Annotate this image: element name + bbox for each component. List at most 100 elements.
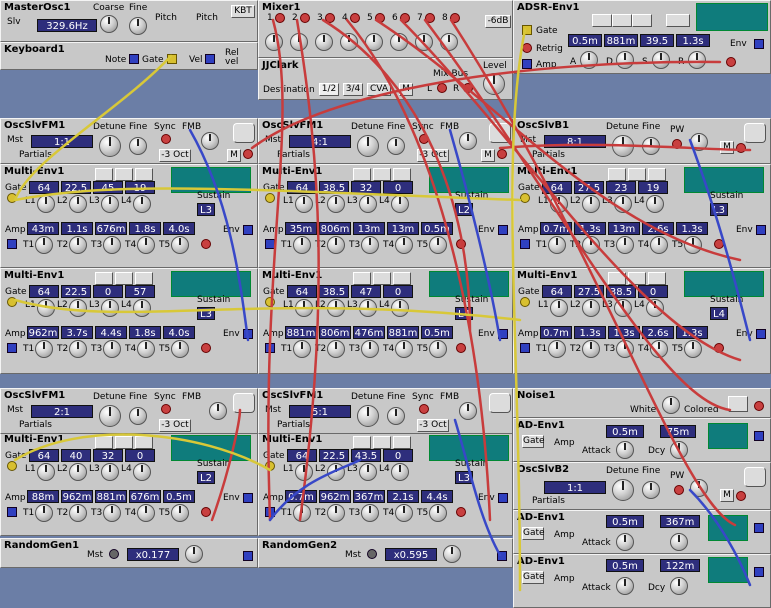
audio-output-jack[interactable] (714, 239, 724, 249)
audio-output-jack[interactable] (497, 149, 507, 159)
time-knob[interactable] (69, 236, 87, 254)
curve-button[interactable] (95, 436, 113, 449)
dest-34-button[interactable]: 3/4 (343, 83, 363, 96)
mixer-level-knob[interactable] (265, 33, 283, 51)
gate-input-jack[interactable] (265, 193, 275, 203)
time-knob[interactable] (171, 504, 189, 522)
gate-input-jack[interactable] (520, 297, 530, 307)
curve-button[interactable] (373, 272, 391, 285)
curve-button[interactable] (393, 168, 411, 181)
time-knob[interactable] (327, 236, 345, 254)
detune-knob[interactable] (99, 135, 121, 157)
vel-output-jack[interactable] (205, 54, 215, 64)
gate-input-jack[interactable] (265, 297, 275, 307)
octave-button[interactable]: -3 Oct (159, 419, 191, 432)
env-output-jack[interactable] (498, 225, 508, 235)
env-output-jack[interactable] (243, 493, 253, 503)
waveform-button[interactable] (489, 393, 511, 413)
audio-output-jack[interactable] (201, 507, 211, 517)
time-knob[interactable] (684, 236, 702, 254)
env-output-jack[interactable] (756, 225, 766, 235)
env-output-jack[interactable] (243, 225, 253, 235)
level-knob[interactable] (550, 299, 568, 317)
fine-knob[interactable] (642, 481, 660, 499)
time-knob[interactable] (69, 504, 87, 522)
mst-input-jack[interactable] (367, 549, 377, 559)
curve-button-3[interactable] (632, 14, 652, 27)
time-knob[interactable] (103, 236, 121, 254)
env-output-jack[interactable] (754, 567, 764, 577)
env-output-jack[interactable] (498, 493, 508, 503)
level-knob[interactable] (295, 195, 313, 213)
time-knob[interactable] (137, 504, 155, 522)
time-knob[interactable] (548, 340, 566, 358)
time-knob[interactable] (361, 504, 379, 522)
time-knob[interactable] (361, 236, 379, 254)
pw-knob[interactable] (690, 133, 708, 151)
mixer-level-knob[interactable] (390, 33, 408, 51)
mixer-input-jack[interactable] (325, 13, 335, 23)
gate-input-jack[interactable] (7, 193, 17, 203)
time-knob[interactable] (429, 340, 447, 358)
dest-12-button[interactable]: 1/2 (319, 83, 339, 96)
env-output-jack[interactable] (754, 39, 764, 49)
rate-knob[interactable] (185, 545, 203, 563)
time-knob[interactable] (35, 340, 53, 358)
level-knob[interactable] (327, 299, 345, 317)
time-knob[interactable] (69, 340, 87, 358)
level-knob[interactable] (646, 195, 664, 213)
retrig-input-jack[interactable] (522, 43, 532, 53)
time-knob[interactable] (616, 236, 634, 254)
time-knob[interactable] (137, 340, 155, 358)
sync-input-jack[interactable] (419, 404, 429, 414)
mixer-input-jack[interactable] (450, 13, 460, 23)
mixer-input-jack[interactable] (300, 13, 310, 23)
adsr-r-knob[interactable] (688, 51, 706, 69)
curve-button[interactable] (115, 436, 133, 449)
curve-button[interactable] (353, 168, 371, 181)
curve-button[interactable] (95, 272, 113, 285)
mute-button[interactable]: M (399, 83, 413, 96)
amp-input-jack[interactable] (265, 507, 275, 517)
decay-knob[interactable] (670, 441, 688, 459)
amp-input-jack[interactable] (265, 343, 275, 353)
level-knob[interactable] (646, 299, 664, 317)
level-knob[interactable] (327, 195, 345, 213)
time-knob[interactable] (293, 236, 311, 254)
level-knob[interactable] (327, 463, 345, 481)
gate-button[interactable]: Gate (522, 527, 545, 540)
mixer-input-jack[interactable] (400, 13, 410, 23)
color-knob[interactable] (662, 396, 680, 414)
coarse-knob[interactable] (100, 15, 118, 33)
level-knob[interactable] (37, 463, 55, 481)
adsr-s-knob[interactable] (652, 51, 670, 69)
level-knob[interactable] (101, 463, 119, 481)
fmb-knob[interactable] (209, 402, 227, 420)
fine-knob[interactable] (129, 407, 147, 425)
curve-button[interactable] (115, 168, 133, 181)
attack-knob[interactable] (616, 577, 634, 595)
time-knob[interactable] (35, 236, 53, 254)
decay-knob[interactable] (670, 533, 688, 551)
level-knob[interactable] (295, 299, 313, 317)
amp-input-jack[interactable] (7, 507, 17, 517)
time-knob[interactable] (616, 340, 634, 358)
curve-button[interactable] (135, 436, 153, 449)
level-knob[interactable] (550, 195, 568, 213)
fine-knob[interactable] (642, 137, 660, 155)
level-knob[interactable] (69, 463, 87, 481)
time-knob[interactable] (650, 236, 668, 254)
octave-button[interactable]: -3 Oct (417, 419, 449, 432)
detune-knob[interactable] (357, 405, 379, 427)
noise-output-jack[interactable] (754, 401, 764, 411)
fmb-knob[interactable] (201, 132, 219, 150)
level-knob[interactable] (101, 299, 119, 317)
amp-input-jack[interactable] (7, 343, 17, 353)
level-knob[interactable] (582, 195, 600, 213)
level-knob[interactable] (37, 195, 55, 213)
mixer-input-jack[interactable] (375, 13, 385, 23)
curve-button[interactable] (608, 272, 626, 285)
time-knob[interactable] (103, 504, 121, 522)
amp-input-jack[interactable] (7, 239, 17, 249)
time-knob[interactable] (395, 340, 413, 358)
